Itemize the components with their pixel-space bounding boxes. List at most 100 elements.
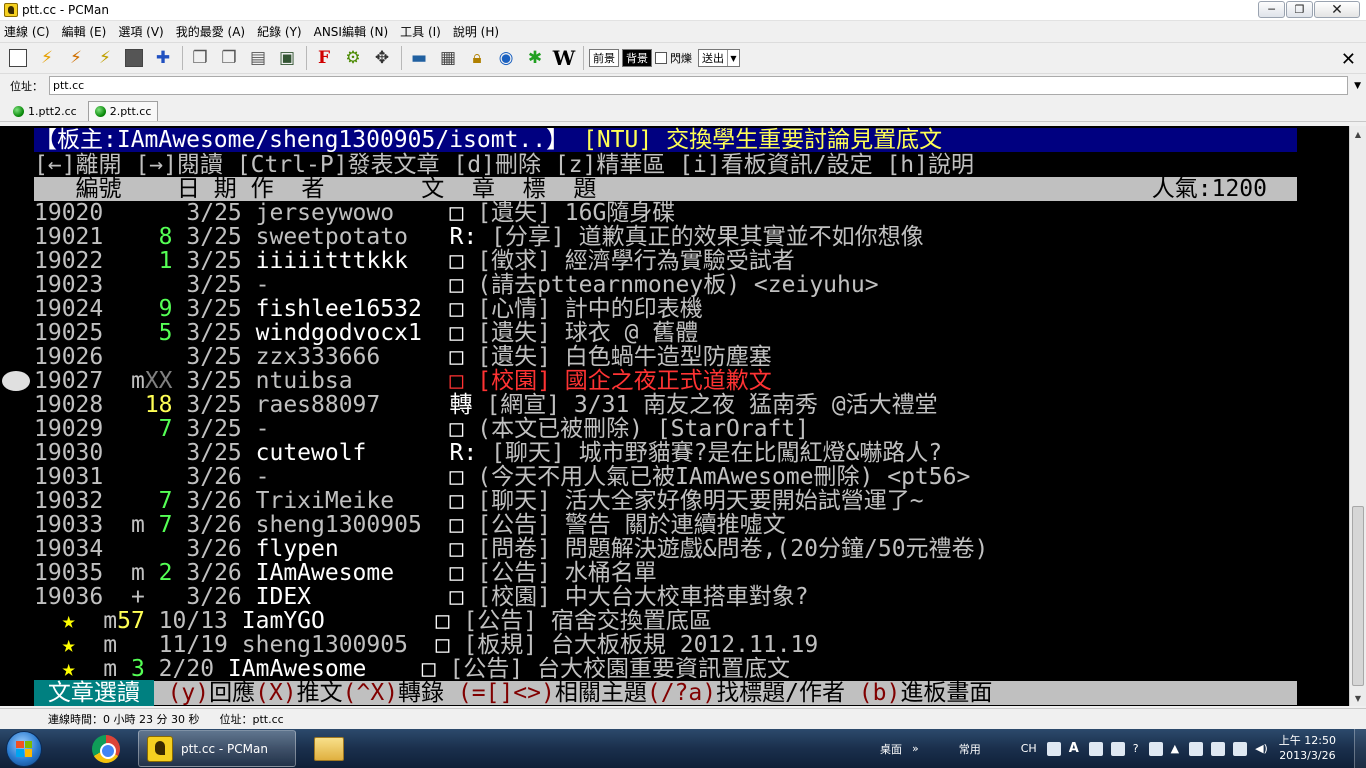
emoticon-icon[interactable]: ▬	[407, 46, 431, 70]
clock-time: 上午 12:50	[1278, 734, 1336, 747]
menu-item-3[interactable]: 我的最愛 (A)	[176, 23, 245, 40]
article-row[interactable]: 19027 mXX 3/25 ntuibsa □ [校園] 國企之夜正式道歉文	[34, 369, 1297, 393]
article-date: 3/26	[186, 464, 242, 490]
article-row[interactable]: ★ m 3 2/20 IAmAwesome □ [公告] 台大校園重要資訊置底文	[34, 657, 1297, 681]
article-title: (今天不用人氣已被IAmAwesome刪除) <pt56>	[477, 464, 971, 490]
article-row[interactable]: 19021 8 3/25 sweetpotato R: [分享] 道歉真正的效果…	[34, 225, 1297, 249]
anti-idle-icon[interactable]: ▦	[436, 46, 460, 70]
wikipedia-icon[interactable]: W	[552, 46, 576, 70]
show-desktop-button[interactable]	[1354, 729, 1366, 768]
pcman-taskbar-button[interactable]: ptt.cc - PCMan	[138, 730, 296, 767]
tray-desktop-toolbar[interactable]: 桌面	[880, 741, 902, 757]
article-number: ★	[34, 608, 76, 634]
article-row[interactable]: ★ m57 10/13 IamYGO □ [公告] 宿舍交換置底區	[34, 609, 1297, 633]
font-icon[interactable]: F	[312, 46, 336, 70]
background-color-button[interactable]: 背景	[622, 49, 652, 67]
close-all-icon[interactable]	[122, 46, 146, 70]
close-button[interactable]: ✕	[1314, 1, 1360, 18]
scroll-down-icon[interactable]: ▼	[1350, 690, 1366, 706]
article-row[interactable]: 19035 m 2 3/26 IAmAwesome □ [公告] 水桶名單	[34, 561, 1297, 585]
ime-mode-icon[interactable]: A	[1069, 741, 1079, 756]
push-count: 5	[144, 320, 173, 346]
article-row[interactable]: 19026 3/25 zzx333666 □ [遺失] 白色蝸牛造型防塵塞	[34, 345, 1297, 369]
tray-common-toolbar[interactable]: 常用	[959, 741, 981, 757]
article-type: □	[435, 608, 450, 634]
address-input[interactable]	[49, 76, 1348, 95]
article-author: sheng1300905	[255, 512, 422, 538]
menu-item-0[interactable]: 連線 (C)	[4, 23, 50, 40]
start-button[interactable]	[6, 730, 42, 767]
lock-icon[interactable]: 🔒︎	[465, 46, 489, 70]
paste-icon[interactable]: ▤	[246, 46, 270, 70]
article-type: □	[449, 488, 464, 514]
menu-item-2[interactable]: 選項 (V)	[118, 23, 163, 40]
foreground-color-button[interactable]: 前景	[589, 49, 619, 67]
network-icon[interactable]	[1189, 741, 1204, 756]
reconnect-all-icon[interactable]: ⚡	[93, 46, 117, 70]
menu-item-7[interactable]: 說明 (H)	[453, 23, 499, 40]
article-row[interactable]: 19029 7 3/25 - □ (本文已被刪除) [StarOraft]	[34, 417, 1297, 441]
send-dropdown[interactable]: 送出 ▼	[698, 49, 740, 67]
close-tab-icon[interactable]: ✕	[1341, 49, 1356, 70]
article-row[interactable]: 19024 9 3/25 fishlee16532 □ [心情] 計中的印表機	[34, 297, 1297, 321]
select-all-icon[interactable]: ▣	[275, 46, 299, 70]
article-row[interactable]: 19036 + 3/26 IDEX □ [校園] 中大台大校車搭車對象?	[34, 585, 1297, 609]
blink-checkbox[interactable]	[655, 52, 667, 64]
fullscreen-icon[interactable]: ✥	[370, 46, 394, 70]
article-row[interactable]: 19033 m 7 3/26 sheng1300905 □ [公告] 警告 關於…	[34, 513, 1297, 537]
settings-gear-icon[interactable]: ⚙	[341, 46, 365, 70]
article-row[interactable]: 19022 1 3/25 iiiiitttkkk □ [徵求] 經濟學行為實驗受…	[34, 249, 1297, 273]
show-hidden-icons-icon[interactable]: ▲	[1171, 742, 1179, 755]
flower-icon[interactable]: ✱	[523, 46, 547, 70]
article-row[interactable]: 19031 3/26 - □ (今天不用人氣已被IAmAwesome刪除) <p…	[34, 465, 1297, 489]
search-engine-icon[interactable]: ◉	[494, 46, 518, 70]
input-language[interactable]: CH	[1021, 742, 1037, 755]
tab-1[interactable]: 1.ptt2.cc	[6, 101, 84, 121]
chevron-down-icon[interactable]: ▼	[1354, 81, 1361, 91]
article-author: zzx333666	[255, 344, 381, 370]
article-row[interactable]: 19030 3/25 cutewolf R: [聊天] 城市野貓賽?是在比闖紅燈…	[34, 441, 1297, 465]
tab-2[interactable]: 2.ptt.cc	[87, 101, 159, 121]
article-mark: m	[130, 560, 145, 586]
article-row[interactable]: ★ m 11/19 sheng1300905 □ [板規] 台大板板規 2012…	[34, 633, 1297, 657]
fullwidth-icon[interactable]	[1088, 741, 1103, 756]
reconnect-icon[interactable]: ⚡	[35, 46, 59, 70]
article-row[interactable]: 19032 7 3/26 TrixiMeike □ [聊天] 活大全家好像明天要…	[34, 489, 1297, 513]
menu-item-5[interactable]: ANSI編輯 (N)	[314, 23, 389, 40]
flag-icon[interactable]	[1233, 741, 1248, 756]
disconnect-icon[interactable]: ⚡	[64, 46, 88, 70]
copy-ansi-icon[interactable]: ❐	[217, 46, 241, 70]
article-row[interactable]: 19034 3/26 flypen □ [問卷] 問題解決遊戲&問卷,(20分鐘…	[34, 537, 1297, 561]
chevron-icon[interactable]: »	[912, 742, 919, 755]
terminal-screen[interactable]: 【板主:IAmAwesome/sheng1300905/isomt..】 [NT…	[0, 126, 1349, 706]
menu-item-6[interactable]: 工具 (I)	[400, 23, 441, 40]
article-title: [徵求] 經濟學行為實驗受試者	[477, 248, 795, 274]
ime-options-icon[interactable]	[1148, 741, 1163, 756]
scroll-thumb[interactable]	[1352, 506, 1364, 686]
menu-item-4[interactable]: 紀錄 (Y)	[257, 23, 302, 40]
maximize-button[interactable]: ❐	[1286, 1, 1313, 18]
article-title: [遺失] 16G隨身碟	[477, 200, 676, 226]
menu-item-1[interactable]: 編輯 (E)	[62, 23, 107, 40]
article-mark: m	[130, 368, 145, 394]
scroll-up-icon[interactable]: ▲	[1350, 126, 1366, 142]
footer-command-text: 回應	[209, 680, 256, 706]
power-icon[interactable]	[1211, 741, 1226, 756]
volume-icon[interactable]: ◀)	[1255, 742, 1268, 755]
connect-icon[interactable]	[6, 46, 30, 70]
vertical-scrollbar[interactable]: ▲ ▼	[1349, 126, 1366, 706]
article-row[interactable]: 19028 18 3/25 raes88097 轉 [網宣] 3/31 南友之夜…	[34, 393, 1297, 417]
ime-pad-icon[interactable]	[1110, 741, 1125, 756]
clock[interactable]: 上午 12:50 2013/3/26	[1279, 733, 1336, 763]
help-icon[interactable]: ?	[1133, 742, 1139, 755]
article-author: jerseywowo	[255, 200, 395, 226]
add-favorite-icon[interactable]: ✚	[151, 46, 175, 70]
article-row[interactable]: 19025 5 3/25 windgodvocx1 □ [遺失] 球衣 @ 舊體	[34, 321, 1297, 345]
minimize-button[interactable]: ─	[1258, 1, 1285, 18]
copy-icon[interactable]: ❐	[188, 46, 212, 70]
article-row[interactable]: 19020 3/25 jerseywowo □ [遺失] 16G隨身碟	[34, 201, 1297, 225]
ime-icon[interactable]	[1046, 741, 1061, 756]
chrome-taskbar-button[interactable]	[78, 730, 134, 767]
article-row[interactable]: 19023 3/25 - □ (請去pttearnmoney板) <zeiyuh…	[34, 273, 1297, 297]
explorer-taskbar-button[interactable]	[300, 730, 358, 767]
